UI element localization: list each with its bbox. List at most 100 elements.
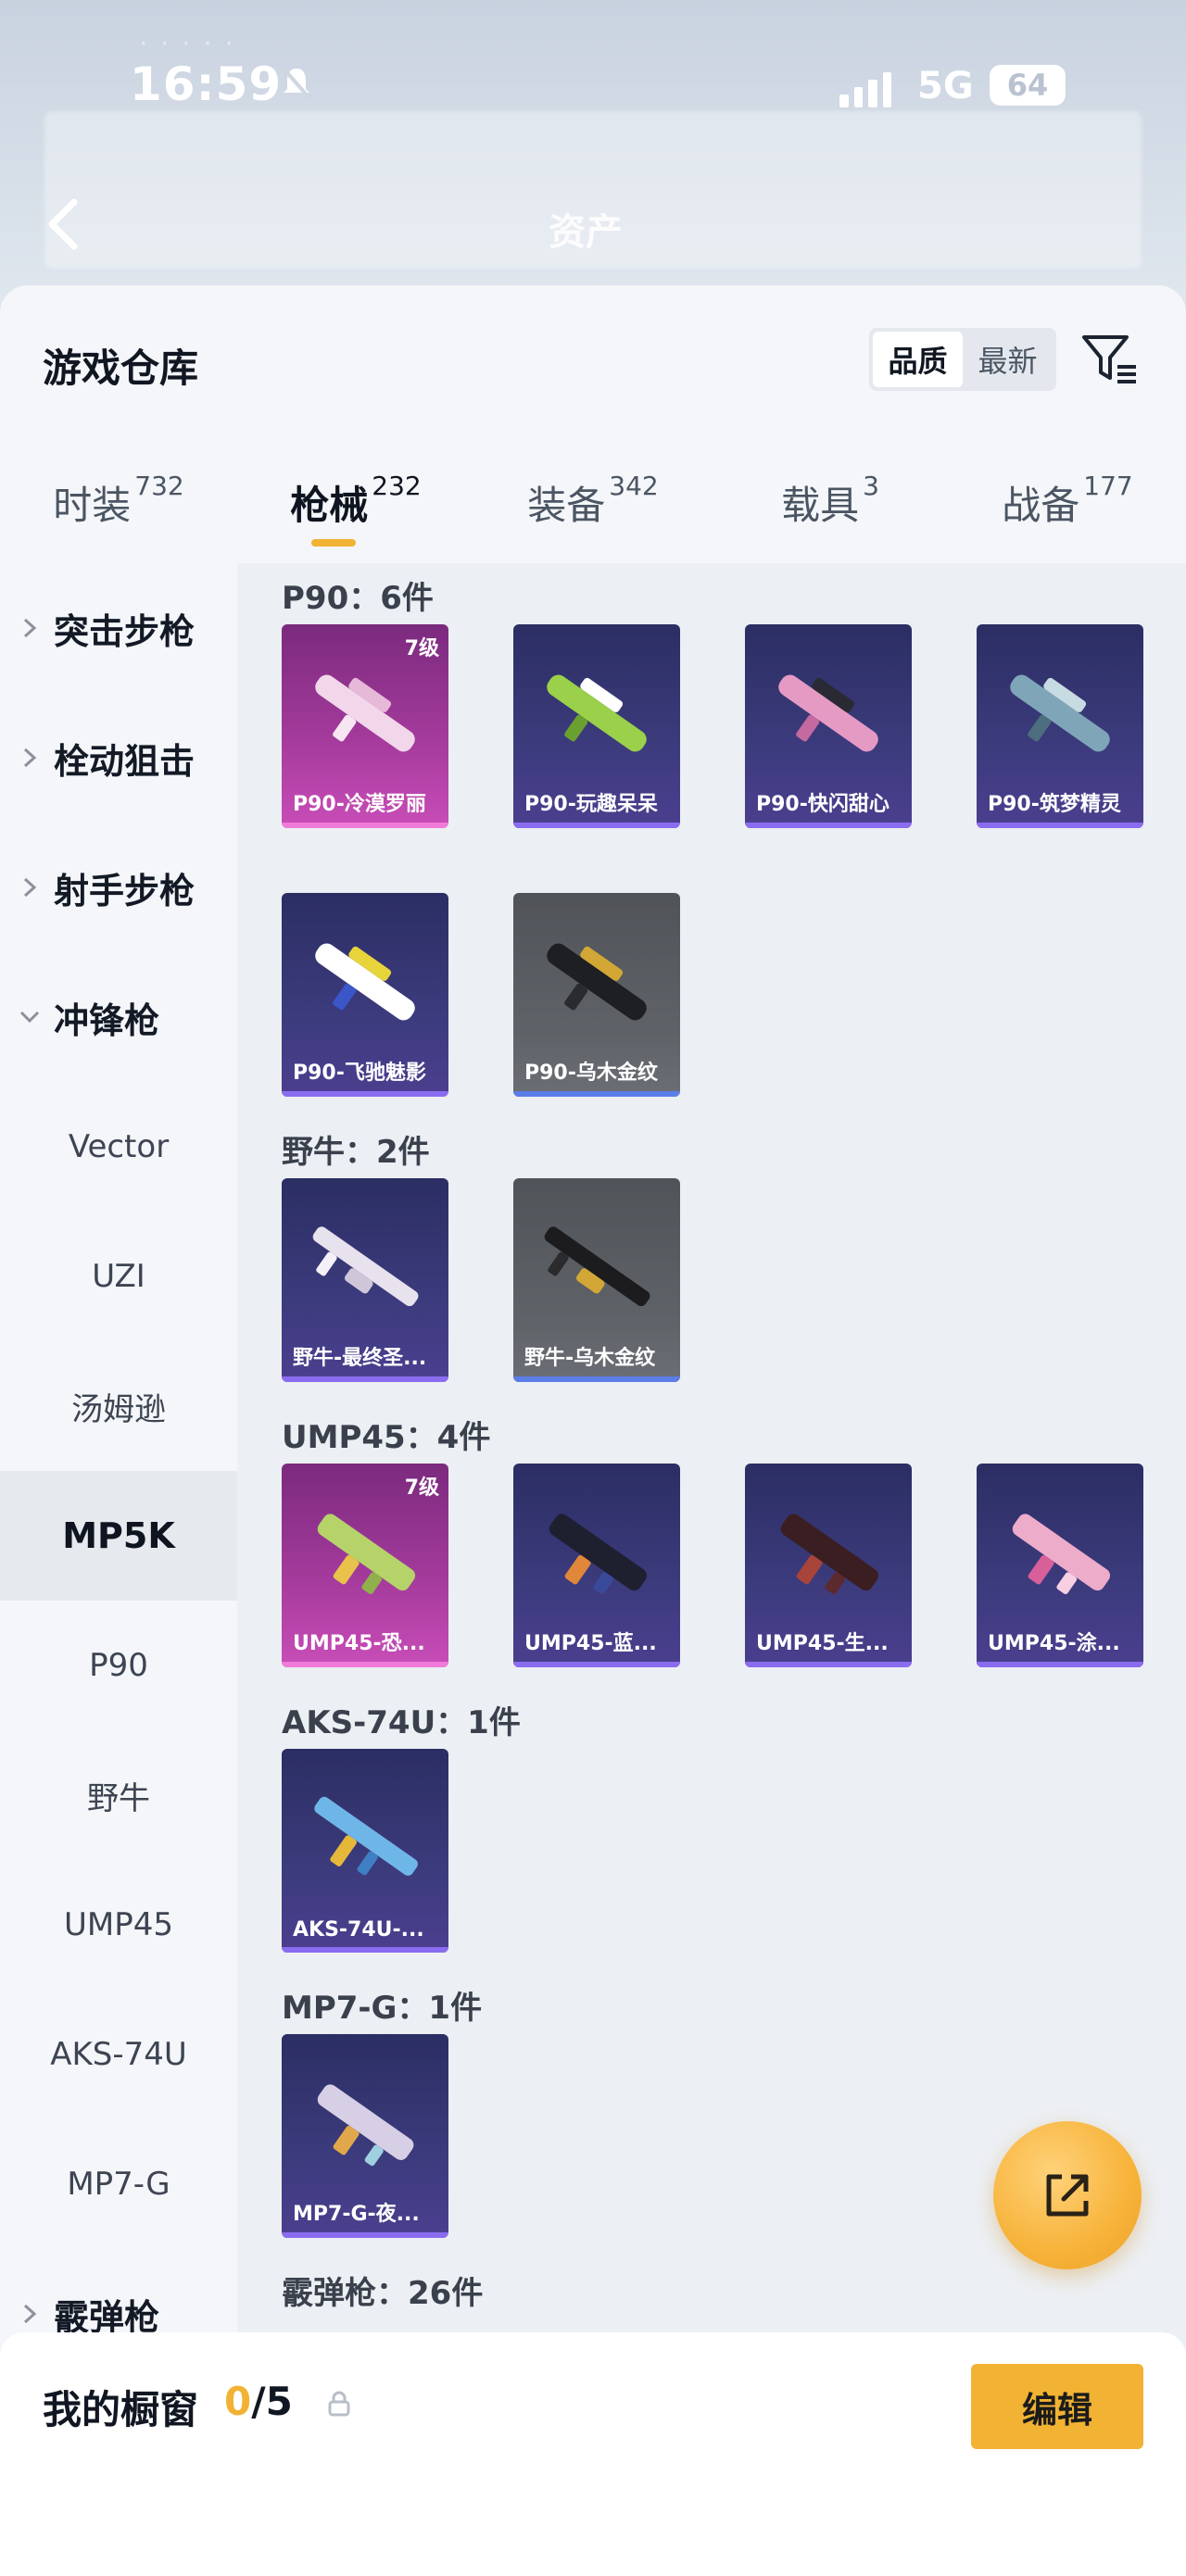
gun-skin-image bbox=[315, 674, 415, 752]
sidebar-item-mp7g[interactable]: MP7-G bbox=[0, 2119, 237, 2249]
skin-card[interactable]: UMP45-生... bbox=[745, 1464, 912, 1667]
tier-bar bbox=[513, 1376, 680, 1382]
tier-bar bbox=[977, 823, 1143, 828]
tab-vehicles[interactable]: 载具 3 bbox=[712, 461, 949, 563]
tier-bar bbox=[513, 1091, 680, 1097]
sidebar-item-thompson[interactable]: 汤姆逊 bbox=[0, 1341, 237, 1471]
gun-skin-image bbox=[315, 943, 415, 1021]
sidebar-group-bolt-sniper[interactable]: 栓动狙击 bbox=[0, 693, 237, 823]
filter-icon[interactable] bbox=[1079, 330, 1140, 391]
skin-card[interactable]: 野牛-乌木金纹 bbox=[513, 1178, 680, 1382]
skin-card[interactable]: 7级 UMP45-恐... bbox=[282, 1464, 448, 1667]
background-header: · · · · · 16:59 5G 64 资产 bbox=[0, 0, 1186, 296]
weapon-skin-grid: P90：6件 7级 P90-冷漠罗丽 P90-玩趣呆呆 P90-快闪甜心 P90… bbox=[237, 563, 1186, 2576]
skin-level: 7级 bbox=[404, 1476, 439, 1500]
skin-card[interactable]: P90-筑梦精灵 bbox=[977, 624, 1143, 828]
skin-name: P90-快闪甜心 bbox=[756, 793, 890, 816]
tab-label: 载具 bbox=[781, 483, 860, 528]
sidebar-group-label: 冲锋枪 bbox=[54, 999, 160, 1041]
sidebar-item-mp5k[interactable]: MP5K bbox=[0, 1471, 237, 1601]
gun-skin-image bbox=[549, 1514, 648, 1595]
gun-skin-image bbox=[544, 1226, 650, 1307]
tab-fashion[interactable]: 时装 732 bbox=[0, 461, 237, 563]
skin-level: 7级 bbox=[404, 637, 439, 660]
skin-name: P90-飞驰魅影 bbox=[293, 1062, 426, 1085]
skin-name: UMP45-恐... bbox=[293, 1632, 425, 1655]
tab-count: 732 bbox=[134, 471, 184, 501]
skin-name: 野牛-最终圣... bbox=[293, 1347, 427, 1370]
tab-label: 装备 bbox=[527, 483, 606, 528]
skin-card[interactable]: 7级 P90-冷漠罗丽 bbox=[282, 624, 448, 828]
tier-bar bbox=[282, 2232, 448, 2238]
chevron-right-icon bbox=[23, 618, 37, 638]
back-arrow-icon[interactable] bbox=[41, 196, 87, 252]
lock-icon bbox=[328, 2391, 350, 2417]
tier-bar bbox=[282, 823, 448, 828]
share-external-icon bbox=[1046, 2174, 1089, 2217]
section-title-shotgun: 霰弹枪：26件 bbox=[282, 2275, 484, 2312]
skin-card[interactable]: P90-飞驰魅影 bbox=[282, 893, 448, 1097]
sidebar-group-label: 突击步枪 bbox=[54, 610, 196, 652]
tab-equipment[interactable]: 装备 342 bbox=[474, 461, 712, 563]
skin-name: MP7-G-夜... bbox=[293, 2203, 420, 2226]
tier-bar bbox=[745, 1662, 912, 1667]
share-button[interactable] bbox=[993, 2121, 1142, 2269]
signal-icon bbox=[839, 70, 891, 107]
tab-firearms[interactable]: 枪械 232 bbox=[237, 461, 474, 563]
sort-toggle: 品质 最新 bbox=[869, 328, 1056, 391]
weapon-sidebar: 突击步枪 栓动狙击 射手步枪 冲锋枪 Vector UZI 汤姆逊 MP5K P… bbox=[0, 563, 237, 2576]
skin-name: P90-玩趣呆呆 bbox=[524, 793, 658, 816]
sheet-title: 游戏仓库 bbox=[43, 346, 199, 391]
mute-bell-icon bbox=[278, 65, 315, 102]
sidebar-group-marksman-rifle[interactable]: 射手步枪 bbox=[0, 823, 237, 952]
gun-skin-image bbox=[312, 1226, 419, 1307]
skin-name: UMP45-生... bbox=[756, 1632, 889, 1655]
sidebar-item-ump45[interactable]: UMP45 bbox=[0, 1860, 237, 1990]
sidebar-group-assault-rifle[interactable]: 突击步枪 bbox=[0, 563, 237, 693]
skin-card[interactable]: P90-玩趣呆呆 bbox=[513, 624, 680, 828]
chevron-right-icon bbox=[23, 877, 37, 898]
sidebar-group-label: 栓动狙击 bbox=[54, 740, 196, 782]
edit-button[interactable]: 编辑 bbox=[971, 2364, 1143, 2449]
tab-count: 342 bbox=[609, 471, 659, 501]
battery-indicator: 64 bbox=[990, 65, 1066, 106]
tier-bar bbox=[282, 1662, 448, 1667]
showcase-count: 0/5 bbox=[224, 2379, 293, 2424]
section-title-aks74u: AKS-74U：1件 bbox=[282, 1704, 521, 1741]
skin-card[interactable]: MP7-G-夜... bbox=[282, 2034, 448, 2238]
sidebar-group-smg[interactable]: 冲锋枪 bbox=[0, 952, 237, 1082]
skin-card[interactable]: UMP45-蓝... bbox=[513, 1464, 680, 1667]
gun-skin-image bbox=[1012, 1514, 1111, 1595]
sidebar-item-bizon[interactable]: 野牛 bbox=[0, 1730, 237, 1860]
tier-bar bbox=[977, 1662, 1143, 1667]
section-title-mp7g: MP7-G：1件 bbox=[282, 1990, 483, 2027]
tab-label: 时装 bbox=[53, 483, 132, 528]
chevron-right-icon bbox=[23, 2304, 37, 2324]
gun-skin-image bbox=[1010, 674, 1110, 752]
tier-bar bbox=[282, 1376, 448, 1382]
skin-name: AKS-74U-... bbox=[293, 1918, 424, 1941]
sidebar-item-p90[interactable]: P90 bbox=[0, 1601, 237, 1730]
skin-card[interactable]: P90-乌木金纹 bbox=[513, 893, 680, 1097]
gun-skin-image bbox=[317, 1514, 416, 1595]
tab-supplies[interactable]: 战备 177 bbox=[949, 461, 1186, 563]
page-title: 资产 bbox=[549, 211, 623, 254]
showcase-total: /5 bbox=[251, 2379, 293, 2424]
tier-bar bbox=[513, 823, 680, 828]
sort-newest-button[interactable]: 最新 bbox=[963, 332, 1053, 387]
tab-count: 232 bbox=[372, 471, 422, 501]
skin-card[interactable]: P90-快闪甜心 bbox=[745, 624, 912, 828]
gun-skin-image bbox=[314, 1796, 418, 1876]
skin-card[interactable]: UMP45-涂... bbox=[977, 1464, 1143, 1667]
skin-card[interactable]: 野牛-最终圣... bbox=[282, 1178, 448, 1382]
sort-quality-button[interactable]: 品质 bbox=[873, 332, 963, 387]
network-type: 5G bbox=[917, 65, 974, 107]
gun-skin-image bbox=[778, 674, 878, 752]
status-time: 16:59 bbox=[130, 57, 283, 111]
skin-card[interactable]: AKS-74U-... bbox=[282, 1749, 448, 1953]
skin-name: P90-乌木金纹 bbox=[524, 1062, 658, 1085]
chevron-right-icon bbox=[23, 748, 37, 768]
sidebar-item-aks74u[interactable]: AKS-74U bbox=[0, 1990, 237, 2119]
sidebar-item-vector[interactable]: Vector bbox=[0, 1082, 237, 1212]
sidebar-item-uzi[interactable]: UZI bbox=[0, 1212, 237, 1341]
